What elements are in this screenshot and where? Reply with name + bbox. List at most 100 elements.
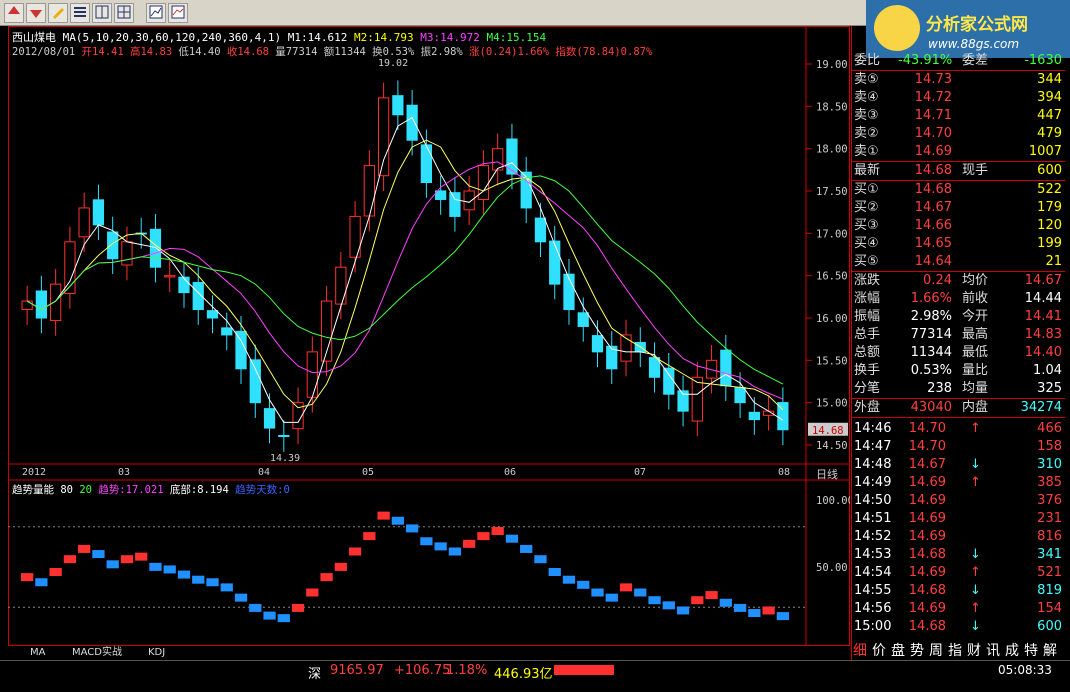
indicator-bar xyxy=(420,537,433,546)
stat-row: 分笔 238 均量 325 xyxy=(852,380,1065,398)
row-value2: 14.41 xyxy=(1024,309,1062,324)
indicator-tick-label: 100.00 xyxy=(816,495,850,507)
stat-row: 涨幅 1.66% 前收 14.44 xyxy=(852,290,1065,308)
arrow-up-icon: ↑ xyxy=(970,601,981,616)
row-value: 14.71 xyxy=(914,108,952,123)
row-value: 14.65 xyxy=(914,236,952,251)
row-value2: 179 xyxy=(1037,200,1062,215)
row-value2: 394 xyxy=(1037,90,1062,105)
tick-time: 15:00 xyxy=(854,619,892,634)
chart-canvas: 19.00 18.50 18.00 17.50 17.00 16.50 16.00 15.50… xyxy=(8,26,850,646)
row-label: 买⑤ xyxy=(854,254,879,269)
row-value: 14.64 xyxy=(914,254,952,269)
indicator-bar xyxy=(776,612,789,621)
candle-body xyxy=(107,231,119,260)
bar-change: 涨(0.24)1.66% xyxy=(469,46,550,58)
row-label2: 今开 xyxy=(962,309,989,324)
row-value2: 21 xyxy=(1045,254,1062,269)
tick-time: 14:53 xyxy=(854,547,892,562)
m1-value: M1:14.612 xyxy=(287,31,348,44)
indicator-bar xyxy=(206,578,219,587)
panel-tab[interactable]: 特 xyxy=(1024,640,1041,660)
y-tick-label: 16.50 xyxy=(816,271,848,283)
panel-tab[interactable]: 成 xyxy=(1005,640,1022,660)
market-change: +106.75 xyxy=(394,663,451,678)
tick-volume: 231 xyxy=(1037,511,1062,526)
candle-body xyxy=(249,359,261,404)
sell-row: 卖④ 14.72 394 xyxy=(852,89,1065,107)
row-label: 外盘 xyxy=(854,400,881,415)
indicator-bar xyxy=(591,588,604,597)
panel-tab[interactable]: 周 xyxy=(929,640,946,660)
candle-body xyxy=(50,283,62,322)
indicator-bar xyxy=(234,593,248,602)
indicator-bar xyxy=(448,547,462,556)
row-value: 14.72 xyxy=(914,90,952,105)
indicator-bar xyxy=(520,544,533,553)
buy-row: 买① 14.68 522 xyxy=(852,181,1065,199)
row-label: 买③ xyxy=(854,218,879,233)
row-value: 14.66 xyxy=(914,218,952,233)
row-value: 238 xyxy=(927,381,952,396)
indicator-bar xyxy=(149,562,162,571)
indicator-bar xyxy=(320,573,333,582)
panel-tab[interactable]: 解 xyxy=(1043,640,1060,660)
tick-time: 14:52 xyxy=(854,529,892,544)
panel-tab[interactable]: 讯 xyxy=(986,640,1003,660)
candle-body xyxy=(449,192,461,217)
tab-ma[interactable]: MA xyxy=(30,646,45,660)
y-tick-label: 17.00 xyxy=(816,228,848,240)
tick-volume: 310 xyxy=(1037,457,1062,472)
indicator-bar xyxy=(263,611,276,620)
indicator-bar xyxy=(719,598,732,607)
tick-price: 14.69 xyxy=(908,475,946,490)
tick-row: 14:55 14.68 ↓ 819 xyxy=(852,582,1065,600)
candle-body xyxy=(164,275,176,278)
indicator-bottom: 底部:8.194 xyxy=(169,484,229,496)
buy-row: 买④ 14.65 199 xyxy=(852,235,1065,253)
stock-name: 西山煤电 xyxy=(12,31,56,44)
tick-row: 14:48 14.67 ↓ 310 xyxy=(852,456,1065,474)
clock: 05:08:33 xyxy=(998,663,1052,677)
market-bar xyxy=(554,665,614,675)
indicator-bar xyxy=(534,555,547,564)
indicator-bar xyxy=(63,555,77,564)
candle-body xyxy=(734,387,746,404)
tab-kdj[interactable]: KDJ xyxy=(148,646,165,660)
ma-info-line: 西山煤电 MA(5,10,20,30,60,120,240,360,4,1) M… xyxy=(12,29,546,45)
panel-tab[interactable]: 细 xyxy=(853,640,870,660)
panel-tab[interactable]: 价 xyxy=(872,640,889,660)
tick-time: 14:48 xyxy=(854,457,892,472)
row-value2: 14.44 xyxy=(1024,291,1062,306)
row-label: 总手 xyxy=(854,327,881,342)
indicator-bar xyxy=(748,609,761,618)
tick-price: 14.69 xyxy=(908,529,946,544)
indicator-bar xyxy=(491,526,504,535)
x-month-label: 07 xyxy=(634,467,646,478)
candle-body xyxy=(591,335,604,353)
sell-row: 卖② 14.70 479 xyxy=(852,125,1065,143)
tick-volume: 376 xyxy=(1037,493,1062,508)
row-value: 14.68 xyxy=(914,182,952,197)
row-label2: 最低 xyxy=(962,345,989,360)
tick-time: 14:54 xyxy=(854,565,892,580)
row-value: 0.24 xyxy=(923,273,952,288)
candle-body xyxy=(549,240,561,285)
tab-macd[interactable]: MACD实战 xyxy=(72,646,122,660)
row-value2: 14.40 xyxy=(1024,345,1062,360)
x-month-label: 05 xyxy=(362,467,374,478)
m3-value: M3:14.972 xyxy=(420,31,480,44)
candle-body xyxy=(392,95,404,116)
indicator-bar xyxy=(220,583,233,592)
bar-amount: 额11344 xyxy=(323,46,366,58)
panel-tab[interactable]: 盘 xyxy=(891,640,908,660)
panel-tab[interactable]: 指 xyxy=(948,640,965,660)
row-value2: 479 xyxy=(1037,126,1062,141)
candle-body xyxy=(206,310,219,319)
candle-body xyxy=(278,434,290,438)
bar-amplitude: 振2.98% xyxy=(420,46,463,58)
indicator-param1: 80 xyxy=(60,484,73,496)
panel-tab[interactable]: 财 xyxy=(967,640,984,660)
x-month-label: 04 xyxy=(258,467,270,478)
panel-tab[interactable]: 势 xyxy=(910,640,927,660)
